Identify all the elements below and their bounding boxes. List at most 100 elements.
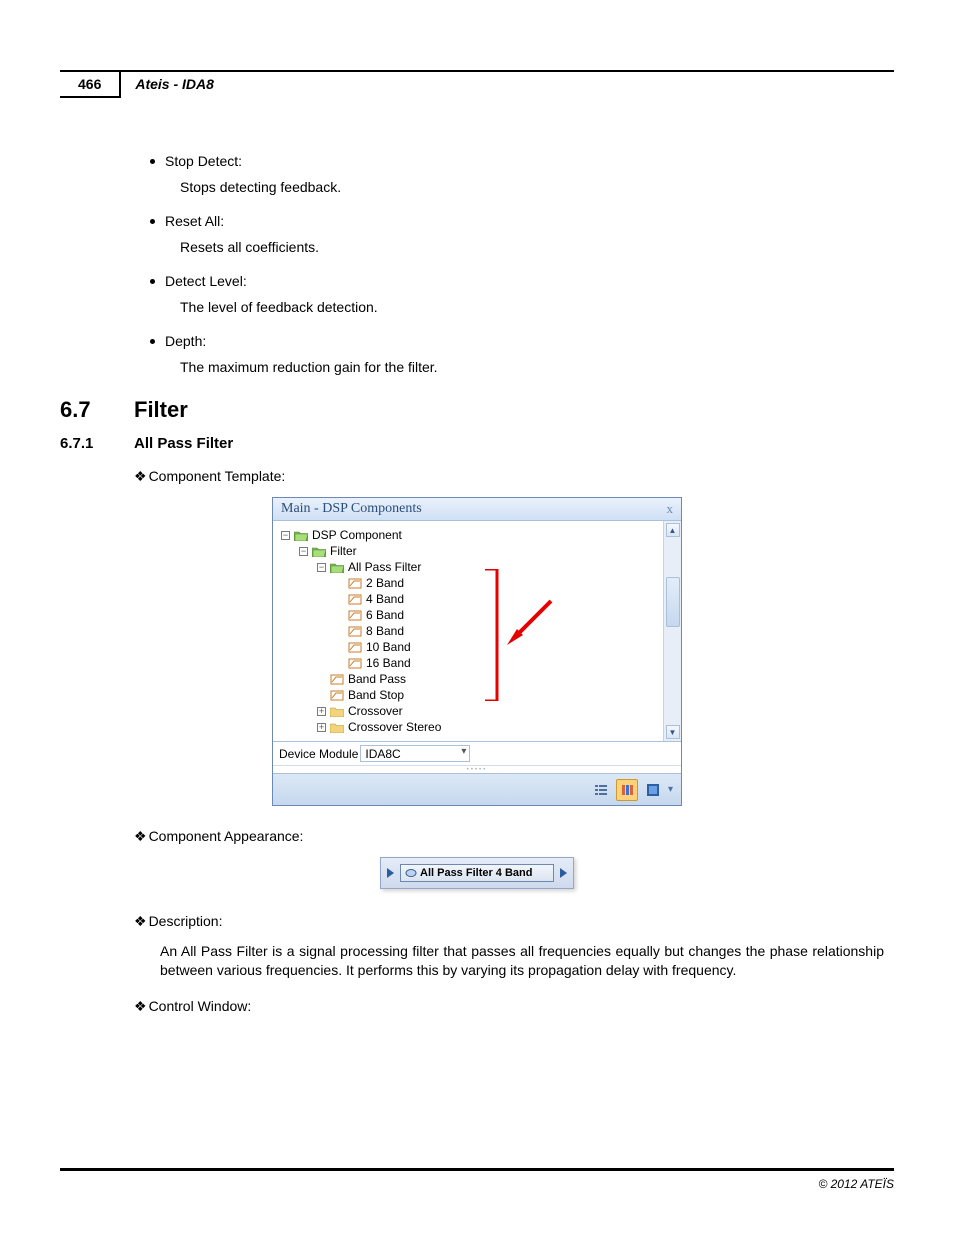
folder-open-icon <box>294 530 308 541</box>
tree-label: Band Pass <box>348 672 406 686</box>
filter-icon <box>405 867 417 879</box>
component-icon <box>348 626 362 637</box>
collapse-icon[interactable]: − <box>281 531 290 540</box>
description-paragraph: An All Pass Filter is a signal processin… <box>160 942 884 980</box>
bullet-icon <box>150 219 155 224</box>
section-heading: 6.7 Filter <box>60 397 894 423</box>
tree-label: DSP Component <box>312 528 402 542</box>
tree-label: 4 Band <box>366 592 404 606</box>
label-text: Control Window: <box>149 998 252 1014</box>
expand-icon[interactable]: + <box>317 723 326 732</box>
device-module-select[interactable]: IDA8C <box>360 745 470 762</box>
window-toolbar: ▾ <box>273 773 681 805</box>
bullet-desc: Resets all coefficients. <box>180 239 884 255</box>
folder-open-icon <box>312 546 326 557</box>
output-port-icon[interactable] <box>560 868 567 878</box>
component-icon <box>348 578 362 589</box>
bullet-title: Detect Level: <box>165 273 247 289</box>
list-item: Depth: The maximum reduction gain for th… <box>150 333 884 375</box>
collapse-icon[interactable]: − <box>299 547 308 556</box>
toolbar-grid-icon[interactable] <box>642 779 664 801</box>
diamond-icon: ❖ <box>134 913 147 929</box>
page-header: 466 Ateis - IDA8 <box>60 70 894 98</box>
close-icon[interactable]: х <box>667 501 674 517</box>
component-icon <box>348 594 362 605</box>
label-text: Description: <box>149 913 223 929</box>
page-number: 466 <box>60 72 121 98</box>
component-icon <box>348 658 362 669</box>
folder-closed-icon <box>330 722 344 733</box>
tree-label: 8 Band <box>366 624 404 638</box>
toolbar-columns-icon[interactable] <box>616 779 638 801</box>
toolbar-list-icon[interactable] <box>590 779 612 801</box>
tree-node-crossover[interactable]: + Crossover <box>317 703 659 719</box>
window-titlebar[interactable]: Main - DSP Components х <box>273 498 681 521</box>
description-label: ❖Description: <box>134 913 894 930</box>
list-item: Reset All: Resets all coefficients. <box>150 213 884 255</box>
select-value: IDA8C <box>365 747 400 761</box>
bullet-title: Reset All: <box>165 213 224 229</box>
scrollbar[interactable]: ▲ ▼ <box>663 521 681 741</box>
component-label: All Pass Filter 4 Band <box>420 867 532 879</box>
diamond-icon: ❖ <box>134 828 147 844</box>
component-icon <box>330 690 344 701</box>
scrollbar-thumb[interactable] <box>666 577 680 627</box>
component-body[interactable]: All Pass Filter 4 Band <box>400 864 554 882</box>
bullet-desc: The level of feedback detection. <box>180 299 884 315</box>
tree-label: 10 Band <box>366 640 411 654</box>
component-icon <box>348 642 362 653</box>
resize-grip[interactable]: ••••• <box>273 765 681 773</box>
label-text: Component Appearance: <box>149 828 304 844</box>
component-icon <box>330 674 344 685</box>
annotation-bracket <box>485 569 499 701</box>
bullet-title: Depth: <box>165 333 206 349</box>
section-number: 6.7 <box>60 397 134 423</box>
dsp-components-window: Main - DSP Components х − DSP Component <box>272 497 682 806</box>
bullet-list: Stop Detect: Stops detecting feedback. R… <box>140 153 884 375</box>
list-item: Detect Level: The level of feedback dete… <box>150 273 884 315</box>
component-appearance-block[interactable]: All Pass Filter 4 Band <box>380 857 574 889</box>
label-text: Component Template: <box>149 468 286 484</box>
toolbar-dropdown-icon[interactable]: ▾ <box>668 784 673 795</box>
folder-open-icon <box>330 562 344 573</box>
tree-label: All Pass Filter <box>348 560 421 574</box>
subsection-title: All Pass Filter <box>134 435 233 452</box>
bullet-icon <box>150 159 155 164</box>
folder-closed-icon <box>330 706 344 717</box>
tree-label: Band Stop <box>348 688 404 702</box>
component-icon <box>348 610 362 621</box>
control-window-label: ❖Control Window: <box>134 998 894 1015</box>
tree-view[interactable]: − DSP Component − Filter <box>273 521 663 741</box>
tree-label: 2 Band <box>366 576 404 590</box>
tree-label: Crossover <box>348 704 403 718</box>
diamond-icon: ❖ <box>134 998 147 1014</box>
component-template-label: ❖Component Template: <box>134 468 894 485</box>
list-item: Stop Detect: Stops detecting feedback. <box>150 153 884 195</box>
collapse-icon[interactable]: − <box>317 563 326 572</box>
tree-label: Crossover Stereo <box>348 720 441 734</box>
bullet-icon <box>150 339 155 344</box>
bullet-icon <box>150 279 155 284</box>
device-module-row: Device Module IDA8C <box>273 741 681 765</box>
window-title: Main - DSP Components <box>281 501 422 517</box>
subsection-heading: 6.7.1 All Pass Filter <box>60 435 894 452</box>
tree-label: Filter <box>330 544 357 558</box>
scroll-up-icon[interactable]: ▲ <box>666 523 680 537</box>
scroll-down-icon[interactable]: ▼ <box>666 725 680 739</box>
tree-node-filter[interactable]: − Filter <box>299 543 659 559</box>
tree-node-dsp-component[interactable]: − DSP Component <box>281 527 659 543</box>
page-footer: © 2012 ATEÏS <box>60 1168 894 1191</box>
input-port-icon[interactable] <box>387 868 394 878</box>
doc-title: Ateis - IDA8 <box>121 72 228 98</box>
component-appearance-label: ❖Component Appearance: <box>134 828 894 845</box>
section-title: Filter <box>134 397 188 423</box>
subsection-number: 6.7.1 <box>60 435 134 452</box>
device-module-label: Device Module <box>279 747 358 761</box>
annotation-arrow-icon <box>505 599 553 647</box>
bullet-title: Stop Detect: <box>165 153 242 169</box>
tree-label: 6 Band <box>366 608 404 622</box>
diamond-icon: ❖ <box>134 468 147 484</box>
tree-node-crossover-stereo[interactable]: + Crossover Stereo <box>317 719 659 735</box>
tree-label: 16 Band <box>366 656 411 670</box>
expand-icon[interactable]: + <box>317 707 326 716</box>
